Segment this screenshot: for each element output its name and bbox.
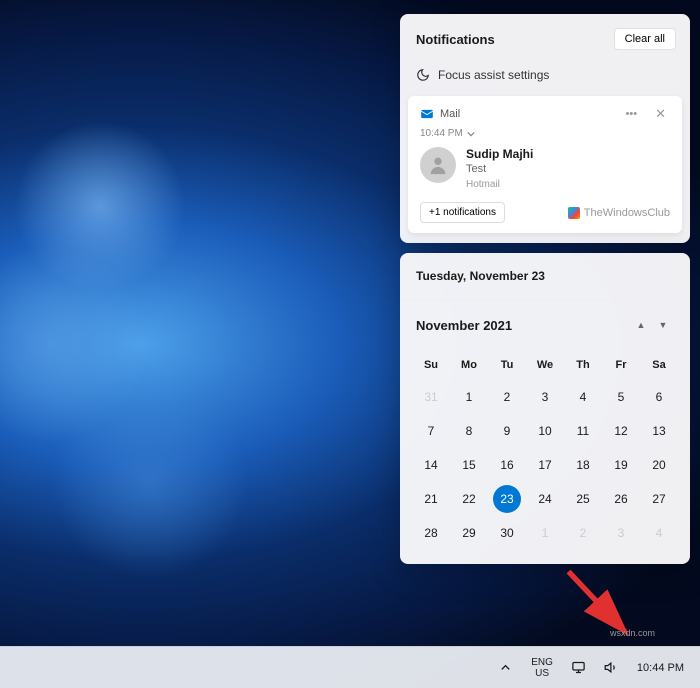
dow-header: Fr [602, 350, 640, 380]
dow-header: Tu [488, 350, 526, 380]
calendar-day[interactable]: 7 [412, 414, 450, 448]
calendar-day[interactable]: 15 [450, 448, 488, 482]
calendar-day[interactable]: 11 [564, 414, 602, 448]
calendar-day[interactable]: 13 [640, 414, 678, 448]
moon-icon [416, 68, 430, 82]
language-top: ENG [531, 657, 553, 668]
prev-month-button[interactable]: ▲ [630, 314, 652, 336]
more-options-icon[interactable]: ••• [618, 108, 646, 120]
calendar-day[interactable]: 9 [488, 414, 526, 448]
mail-notification-card[interactable]: Mail ••• ✕ 10:44 PM Sudip Majhi Test Hot… [408, 96, 682, 233]
language-indicator[interactable]: ENG US [525, 653, 559, 683]
person-icon [427, 154, 449, 176]
calendar-day[interactable]: 4 [564, 380, 602, 414]
calendar-day[interactable]: 6 [640, 380, 678, 414]
chevron-down-icon [467, 130, 475, 138]
calendar-day[interactable]: 1 [526, 516, 564, 550]
watermark-icon [568, 207, 580, 219]
calendar-day[interactable]: 10 [526, 414, 564, 448]
calendar-day[interactable]: 16 [488, 448, 526, 482]
avatar [420, 147, 456, 183]
calendar-day[interactable]: 8 [450, 414, 488, 448]
notification-timestamp: 10:44 PM [420, 128, 463, 139]
calendar-day[interactable]: 4 [640, 516, 678, 550]
volume-tray-icon[interactable] [598, 656, 625, 679]
calendar-day[interactable]: 29 [450, 516, 488, 550]
wallpaper-graphic [0, 0, 400, 688]
calendar-day[interactable]: 19 [602, 448, 640, 482]
dow-header: Th [564, 350, 602, 380]
corner-watermark: wsxdn.com [610, 628, 655, 638]
calendar-day[interactable]: 24 [526, 482, 564, 516]
calendar-day[interactable]: 20 [640, 448, 678, 482]
tray-chevron-up[interactable] [492, 656, 519, 679]
focus-assist-link[interactable]: Focus assist settings [400, 60, 690, 96]
calendar-day[interactable]: 18 [564, 448, 602, 482]
calendar-panel: Tuesday, November 23 November 2021 ▲ ▼ S… [400, 253, 690, 564]
desktop-background: Notifications Clear all Focus assist set… [0, 0, 700, 688]
month-year-label[interactable]: November 2021 [416, 318, 630, 333]
calendar-day[interactable]: 2 [564, 516, 602, 550]
calendar-day[interactable]: 3 [602, 516, 640, 550]
calendar-day[interactable]: 27 [640, 482, 678, 516]
more-notifications-button[interactable]: +1 notifications [420, 202, 505, 223]
focus-assist-label: Focus assist settings [438, 68, 549, 82]
calendar-day[interactable]: 22 [450, 482, 488, 516]
taskbar: ENG US 10:44 PM [0, 646, 700, 688]
calendar-day[interactable]: 30 [488, 516, 526, 550]
notification-timestamp-row[interactable]: 10:44 PM [420, 128, 670, 139]
calendar-day-today[interactable]: 23 [488, 482, 526, 516]
dow-header: Sa [640, 350, 678, 380]
speaker-icon [604, 660, 619, 675]
calendar-day[interactable]: 28 [412, 516, 450, 550]
calendar-grid: SuMoTuWeThFrSa31123456789101112131415161… [400, 346, 690, 564]
sender-name: Sudip Majhi [466, 147, 533, 161]
calendar-day[interactable]: 17 [526, 448, 564, 482]
dow-header: Mo [450, 350, 488, 380]
calendar-day[interactable]: 2 [488, 380, 526, 414]
notifications-title: Notifications [416, 32, 495, 47]
next-month-button[interactable]: ▼ [652, 314, 674, 336]
dow-header: Su [412, 350, 450, 380]
current-date-text: Tuesday, November 23 [416, 269, 545, 283]
calendar-day[interactable]: 3 [526, 380, 564, 414]
notifications-panel: Notifications Clear all Focus assist set… [400, 14, 690, 243]
chevron-up-icon [498, 660, 513, 675]
mail-icon [420, 107, 434, 121]
mail-subject: Test [466, 163, 533, 175]
dow-header: We [526, 350, 564, 380]
current-date-row[interactable]: Tuesday, November 23 [400, 253, 690, 300]
watermark-label: TheWindowsClub [568, 207, 670, 219]
language-bottom: US [535, 668, 549, 679]
close-icon[interactable]: ✕ [651, 106, 670, 122]
calendar-day[interactable]: 31 [412, 380, 450, 414]
network-tray-icon[interactable] [565, 656, 592, 679]
calendar-day[interactable]: 1 [450, 380, 488, 414]
calendar-day[interactable]: 12 [602, 414, 640, 448]
calendar-day[interactable]: 21 [412, 482, 450, 516]
mail-app-label: Mail [440, 108, 612, 120]
taskbar-clock[interactable]: 10:44 PM [631, 658, 690, 678]
calendar-day[interactable]: 26 [602, 482, 640, 516]
calendar-day[interactable]: 14 [412, 448, 450, 482]
calendar-day[interactable]: 25 [564, 482, 602, 516]
clear-all-button[interactable]: Clear all [614, 28, 676, 50]
mail-account: Hotmail [466, 179, 533, 190]
calendar-day[interactable]: 5 [602, 380, 640, 414]
monitor-icon [571, 660, 586, 675]
